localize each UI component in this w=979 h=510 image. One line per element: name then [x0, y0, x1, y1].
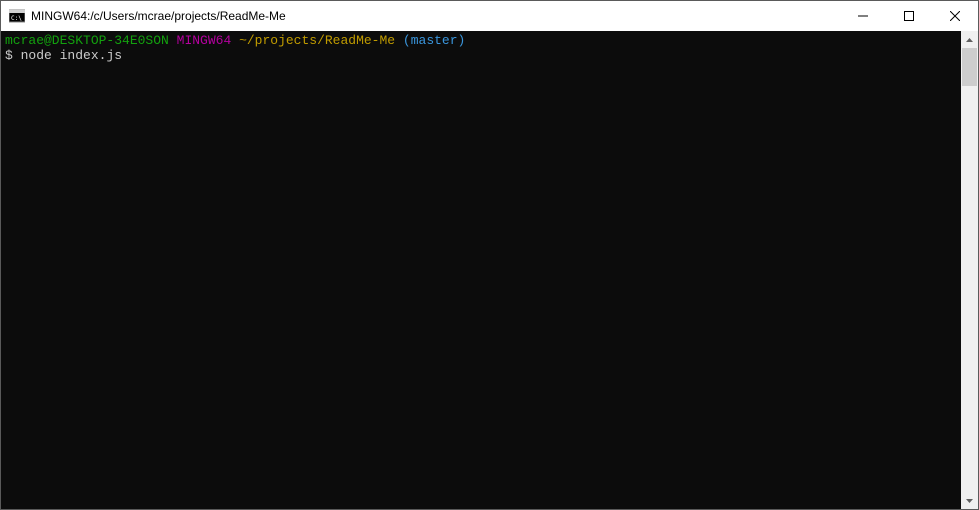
- close-icon: [950, 11, 960, 21]
- terminal-window: C:\ MINGW64:/c/Users/mcrae/projects/Read…: [0, 0, 979, 510]
- terminal-output[interactable]: mcrae@DESKTOP-34E0SON MINGW64 ~/projects…: [1, 31, 961, 509]
- chevron-down-icon: [966, 499, 973, 503]
- client-area: mcrae@DESKTOP-34E0SON MINGW64 ~/projects…: [1, 31, 978, 509]
- prompt-branch-close: ): [458, 33, 466, 48]
- minimize-icon: [858, 11, 868, 21]
- prompt-symbol: $: [5, 48, 13, 63]
- prompt-branch: master: [411, 33, 458, 48]
- prompt-path: ~/projects/ReadMe-Me: [239, 33, 395, 48]
- chevron-up-icon: [966, 38, 973, 42]
- window-controls: [840, 1, 978, 31]
- window-title: MINGW64:/c/Users/mcrae/projects/ReadMe-M…: [31, 9, 840, 23]
- maximize-icon: [904, 11, 914, 21]
- minimize-button[interactable]: [840, 1, 886, 31]
- prompt-command: node index.js: [21, 48, 122, 63]
- prompt-user-host: mcrae@DESKTOP-34E0SON: [5, 33, 169, 48]
- titlebar[interactable]: C:\ MINGW64:/c/Users/mcrae/projects/Read…: [1, 1, 978, 31]
- prompt-branch-open: (: [403, 33, 411, 48]
- app-icon: C:\: [9, 8, 25, 24]
- vertical-scrollbar[interactable]: [961, 31, 978, 509]
- scroll-up-button[interactable]: [961, 31, 978, 48]
- close-button[interactable]: [932, 1, 978, 31]
- maximize-button[interactable]: [886, 1, 932, 31]
- scroll-thumb[interactable]: [962, 48, 977, 86]
- prompt-env: MINGW64: [177, 33, 232, 48]
- scroll-down-button[interactable]: [961, 492, 978, 509]
- svg-text:C:\: C:\: [11, 15, 22, 22]
